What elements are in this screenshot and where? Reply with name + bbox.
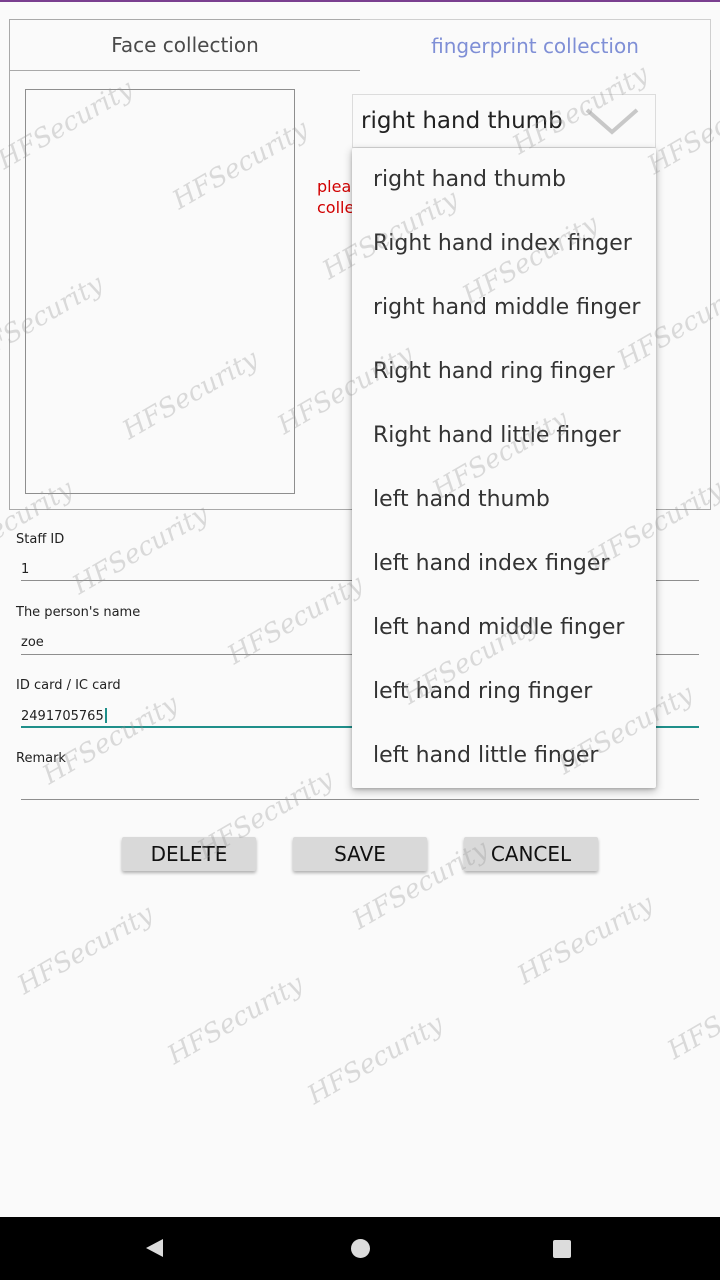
staff-id-input[interactable]: 1: [21, 562, 29, 577]
collection-hint-line1: plea: [317, 177, 352, 196]
finger-select[interactable]: right hand thumb: [352, 94, 656, 148]
finger-dropdown-list: right hand thumb Right hand index finger…: [352, 148, 656, 788]
remark-label: Remark: [16, 751, 66, 766]
watermark: HFSecurity: [12, 899, 159, 1001]
dropdown-option[interactable]: Right hand index finger: [352, 212, 656, 276]
dropdown-option[interactable]: right hand thumb: [352, 148, 656, 212]
watermark: HFSecurity: [162, 969, 309, 1071]
dropdown-option[interactable]: right hand middle finger: [352, 276, 656, 340]
fingerprint-image-box: [25, 89, 295, 494]
chevron-down-icon: [585, 108, 639, 135]
recents-icon[interactable]: [553, 1240, 571, 1258]
watermark: HFSecurity: [222, 569, 369, 671]
dropdown-option[interactable]: Right hand little finger: [352, 404, 656, 468]
back-icon[interactable]: [146, 1239, 163, 1257]
person-name-label: The person's name: [16, 605, 141, 620]
save-button[interactable]: SAVE: [293, 837, 427, 871]
home-icon[interactable]: [351, 1239, 370, 1258]
finger-select-value: right hand thumb: [361, 108, 563, 134]
staff-id-label: Staff ID: [16, 532, 65, 547]
dropdown-option[interactable]: left hand index finger: [352, 532, 656, 596]
watermark: HFSecurity: [302, 1009, 449, 1111]
dropdown-option[interactable]: left hand thumb: [352, 468, 656, 532]
id-card-label: ID card / IC card: [16, 678, 121, 693]
dropdown-option[interactable]: left hand middle finger: [352, 596, 656, 660]
collection-hint-line2: colle: [317, 198, 355, 217]
person-name-input[interactable]: zoe: [21, 635, 44, 650]
collection-hint: plea colle: [317, 176, 357, 218]
status-accent-line: [0, 0, 720, 2]
watermark: HFSecurity: [37, 689, 184, 791]
dropdown-option[interactable]: left hand ring finger: [352, 660, 656, 724]
dropdown-option[interactable]: left hand little finger: [352, 724, 656, 788]
navigation-bar: [0, 1217, 720, 1280]
cancel-button[interactable]: CANCEL: [464, 837, 598, 871]
remark-underline: [21, 799, 699, 800]
id-card-value: 2491705765: [21, 709, 104, 724]
watermark: HFSecurity: [512, 889, 659, 991]
id-card-input[interactable]: 2491705765: [21, 708, 107, 724]
tab-fingerprint-collection[interactable]: fingerprint collection: [360, 19, 711, 71]
watermark: HFSecurity: [67, 499, 214, 601]
delete-button[interactable]: DELETE: [122, 837, 256, 871]
watermark: HFSecurity: [662, 964, 720, 1066]
tab-face-collection[interactable]: Face collection: [9, 19, 361, 71]
dropdown-option[interactable]: Right hand ring finger: [352, 340, 656, 404]
text-cursor: [104, 708, 107, 723]
